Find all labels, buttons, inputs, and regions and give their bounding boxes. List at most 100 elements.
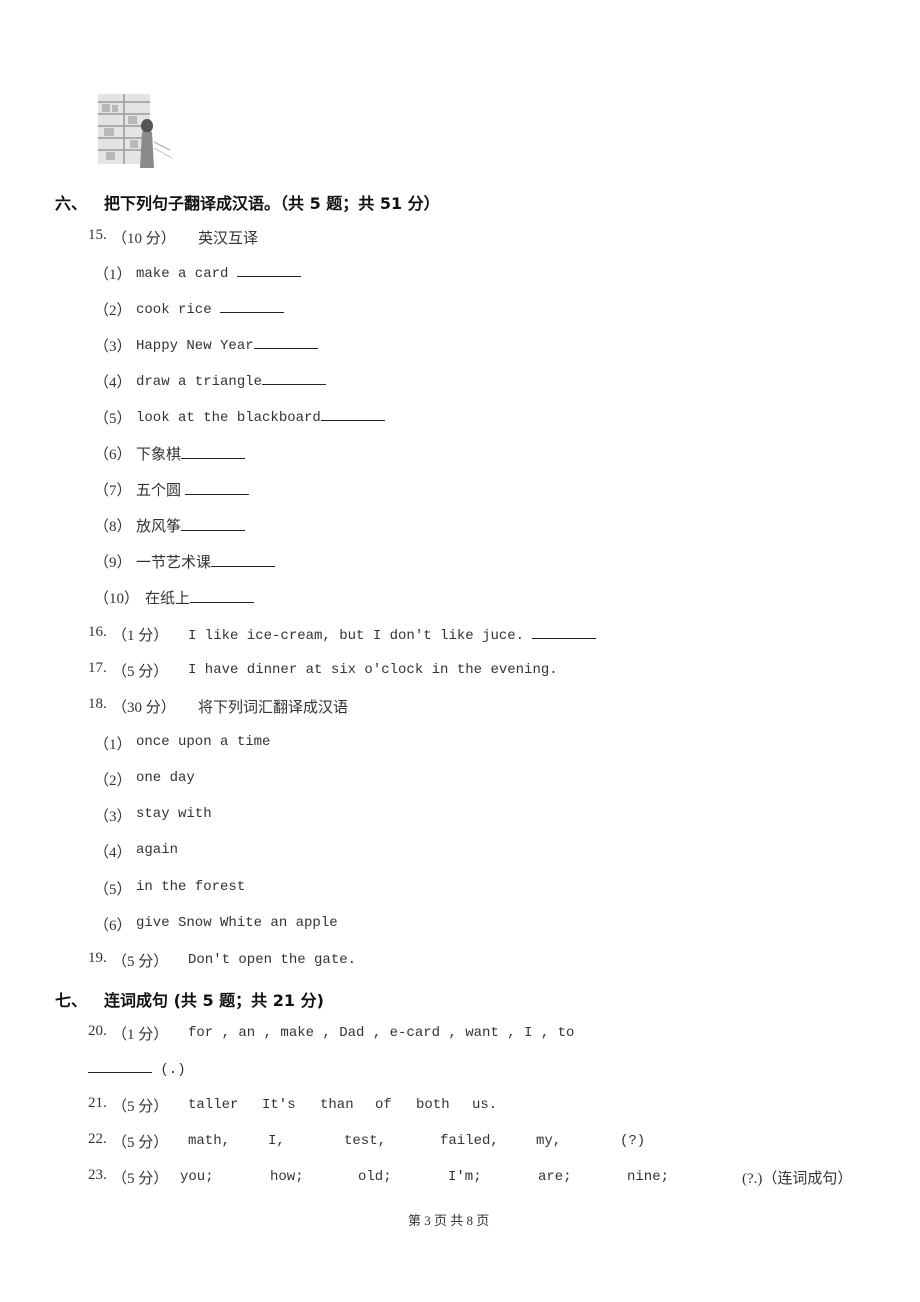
word: I'm; — [448, 1169, 482, 1185]
q18-item-number: （5） — [94, 882, 132, 898]
q15-item: 在纸上 — [145, 587, 255, 608]
word: (?) — [620, 1133, 646, 1149]
answer-blank[interactable] — [320, 408, 385, 421]
q15-item: 下象棋 — [136, 443, 246, 464]
q19-score: （5 分） — [112, 954, 169, 970]
q18-number: 18. — [88, 696, 107, 712]
q15-number: 15. — [88, 227, 107, 243]
q15-item: 放风筝 — [136, 515, 246, 536]
answer-blank[interactable] — [181, 446, 246, 459]
q20-words: for , an , make , Dad , e-card , want , … — [188, 1025, 575, 1041]
q16-score: （1 分） — [112, 628, 169, 644]
q20-number: 20. — [88, 1023, 107, 1039]
q18-item-number: （6） — [94, 918, 132, 934]
q20-punctuation: (.) — [160, 1062, 186, 1078]
q18-item-text: in the forest — [136, 879, 246, 895]
word: math, — [188, 1133, 231, 1149]
q16-text: I like ice-cream, but I don't like juce. — [188, 626, 597, 644]
q15-prompt: 英汉互译 — [198, 231, 259, 247]
q15-item: make a card — [136, 264, 301, 282]
q18-item-text: once upon a time — [136, 734, 271, 750]
word: failed, — [440, 1133, 499, 1149]
answer-blank[interactable] — [236, 264, 301, 277]
q15-item-number: （6） — [94, 447, 132, 463]
q18-prompt: 将下列词汇翻译成汉语 — [198, 700, 349, 716]
answer-blank[interactable] — [532, 626, 597, 639]
q15-item: 五个圆 — [136, 479, 249, 500]
page-number: 第 3 页 共 8 页 — [408, 1213, 490, 1228]
word: you; — [180, 1169, 214, 1185]
q18-item-text: one day — [136, 770, 195, 786]
q18-item-number: （3） — [94, 809, 132, 825]
q15-item-number: （2） — [94, 303, 132, 319]
q21-number: 21. — [88, 1095, 107, 1111]
word: of — [375, 1097, 392, 1113]
answer-blank[interactable] — [190, 590, 255, 603]
answer-blank[interactable] — [88, 1060, 152, 1073]
q15-item-number: （8） — [94, 519, 132, 535]
word: taller — [188, 1097, 239, 1113]
word: than — [320, 1097, 354, 1113]
q16-sentence: I like ice-cream, but I don't like juce. — [188, 628, 533, 644]
q17-number: 17. — [88, 660, 107, 676]
q21-score: （5 分） — [112, 1099, 169, 1115]
q18-item-text: give Snow White an apple — [136, 915, 338, 931]
answer-blank[interactable] — [253, 336, 318, 349]
word: how; — [270, 1169, 304, 1185]
q15-item-text: draw a triangle — [136, 374, 263, 390]
q15-item-text: make a card — [136, 266, 237, 282]
q15-item: 一节艺术课 — [136, 551, 276, 572]
answer-blank[interactable] — [262, 372, 327, 385]
q18-score: （30 分） — [112, 700, 176, 716]
q15-item-text: 在纸上 — [145, 591, 191, 607]
q15-item-text: cook rice — [136, 302, 221, 318]
q22-score: （5 分） — [112, 1135, 169, 1151]
word: It's — [262, 1097, 296, 1113]
answer-blank[interactable] — [211, 554, 276, 567]
word: nine; — [627, 1169, 670, 1185]
q19-number: 19. — [88, 950, 107, 966]
answer-blank[interactable] — [220, 300, 285, 313]
section-7-label: 七、 — [55, 991, 88, 1010]
q15-item-text: 下象棋 — [136, 447, 182, 463]
q18-item-number: （4） — [94, 845, 132, 861]
word: old; — [358, 1169, 392, 1185]
q16-number: 16. — [88, 624, 107, 640]
q18-item-text: stay with — [136, 806, 212, 822]
q15-item: Happy New Year — [136, 336, 318, 354]
q15-item-number: （1） — [94, 267, 132, 283]
q20-score: （1 分） — [112, 1027, 169, 1043]
q22-number: 22. — [88, 1131, 107, 1147]
q15-item-number: （3） — [94, 339, 132, 355]
q15-item-number: （5） — [94, 411, 132, 427]
q23-instruction: (?.)（连词成句） — [742, 1171, 853, 1187]
word: I, — [268, 1133, 285, 1149]
q18-item-number: （1） — [94, 737, 132, 753]
q15-item-text: Happy New Year — [136, 338, 254, 354]
q19-text: Don't open the gate. — [188, 952, 357, 968]
q15-score: （10 分） — [112, 231, 176, 247]
answer-blank[interactable] — [184, 482, 249, 495]
q15-item: look at the blackboard — [136, 408, 385, 426]
q15-item-number: （9） — [94, 555, 132, 571]
q23-score: （5 分） — [112, 1171, 169, 1187]
section-6-label: 六、 — [55, 194, 88, 213]
section-6-title: 把下列句子翻译成汉语。（共 5 题；共 51 分） — [104, 194, 440, 213]
q15-item-text: look at the blackboard — [136, 410, 321, 426]
q15-item: draw a triangle — [136, 372, 327, 390]
answer-blank[interactable] — [181, 518, 246, 531]
q15-item: cook rice — [136, 300, 285, 318]
q15-item-text: 五个圆 — [136, 483, 185, 499]
word: my, — [536, 1133, 562, 1149]
section-7-title: 连词成句 (共 5 题；共 21 分) — [104, 991, 324, 1010]
q15-item-text: 一节艺术课 — [136, 555, 212, 571]
word: are; — [538, 1169, 572, 1185]
q15-item-number: （7） — [94, 483, 132, 499]
q20-answer-line: (.) — [88, 1060, 186, 1078]
q17-text: I have dinner at six o'clock in the even… — [188, 662, 558, 678]
word: both — [416, 1097, 450, 1113]
q15-item-text: 放风筝 — [136, 519, 182, 535]
q17-score: （5 分） — [112, 664, 169, 680]
word: us. — [472, 1097, 498, 1113]
q18-item-number: （2） — [94, 773, 132, 789]
